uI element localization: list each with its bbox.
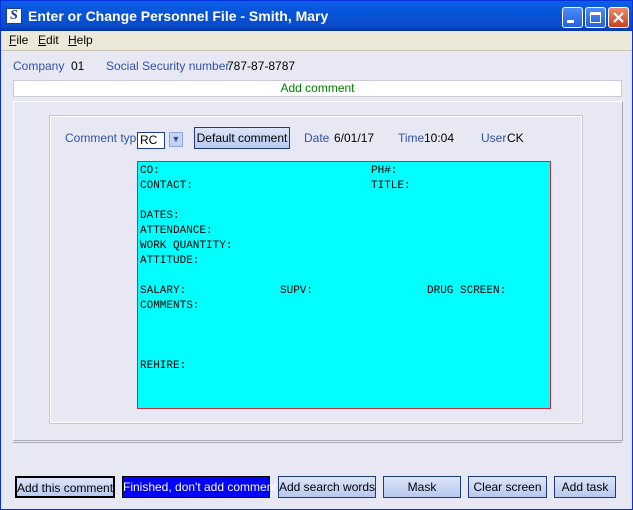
comment-textarea[interactable]: CO: PH#: CONTACT: TITLE: DATES: ATTENDAN… [137, 161, 551, 409]
comment-line-comments: COMMENTS: [140, 300, 200, 312]
ssn-label: Social Security number [106, 59, 230, 73]
add-task-button[interactable]: Add task [554, 476, 616, 498]
comment-line-title: TITLE: [371, 180, 411, 192]
maximize-button[interactable] [585, 7, 606, 28]
comment-line-supervisor: SUPV: [280, 285, 314, 297]
menu-bar: File Edit Help [1, 31, 632, 51]
comment-line-phone: PH#: [371, 165, 398, 177]
company-label: Company [13, 59, 65, 73]
finished-button[interactable]: Finished, don't add comment [122, 476, 277, 498]
date-label: Date [304, 131, 330, 145]
close-icon [613, 12, 624, 23]
comment-type-label: Comment type [65, 131, 144, 145]
ssn-value: 787-87-8787 [227, 59, 296, 73]
comment-line-co: CO: [140, 165, 160, 177]
comment-line-rehire: REHIRE: [140, 360, 187, 372]
comment-type-dropdown[interactable]: ▼ [169, 132, 183, 147]
mask-button[interactable]: Mask [383, 476, 461, 498]
comment-line-attendance: ATTENDANCE: [140, 225, 213, 237]
window-title: Enter or Change Personnel File - Smith, … [28, 8, 329, 24]
chevron-down-icon: ▼ [171, 134, 181, 144]
minimize-button[interactable] [562, 7, 583, 28]
user-label: User [481, 131, 507, 145]
comment-line-contact: CONTACT: [140, 180, 193, 192]
comment-line-work-quantity: WORK QUANTITY: [140, 240, 233, 252]
comment-line-attitude: ATTITUDE: [140, 255, 200, 267]
date-value: 6/01/17 [334, 131, 375, 145]
add-this-comment-button[interactable]: Add this comment [15, 476, 115, 498]
default-comment-button[interactable]: Default comment [194, 127, 290, 149]
user-value: CK [507, 131, 524, 145]
time-label: Time [398, 131, 425, 145]
personnel-window: S Enter or Change Personnel File - Smith… [0, 0, 633, 510]
comment-type-input[interactable]: RC [137, 132, 165, 149]
menu-edit[interactable]: Edit [38, 33, 59, 47]
maximize-icon [590, 12, 601, 23]
minimize-icon [567, 20, 574, 23]
menu-help[interactable]: Help [68, 33, 93, 47]
comment-line-drug-screen: DRUG SCREEN: [427, 285, 507, 297]
add-search-words-button[interactable]: Add search words [278, 476, 376, 498]
comment-line-dates: DATES: [140, 210, 180, 222]
clear-screen-button[interactable]: Clear screen [468, 476, 547, 498]
menu-file[interactable]: File [9, 33, 28, 47]
divider [13, 442, 622, 443]
company-value: 01 [71, 59, 85, 73]
app-icon: S [6, 8, 22, 24]
section-title: Add comment [13, 80, 622, 97]
time-value: 10:04 [424, 131, 455, 145]
title-bar[interactable]: S Enter or Change Personnel File - Smith… [1, 1, 632, 31]
close-button[interactable] [608, 7, 629, 28]
comment-line-salary: SALARY: [140, 285, 187, 297]
